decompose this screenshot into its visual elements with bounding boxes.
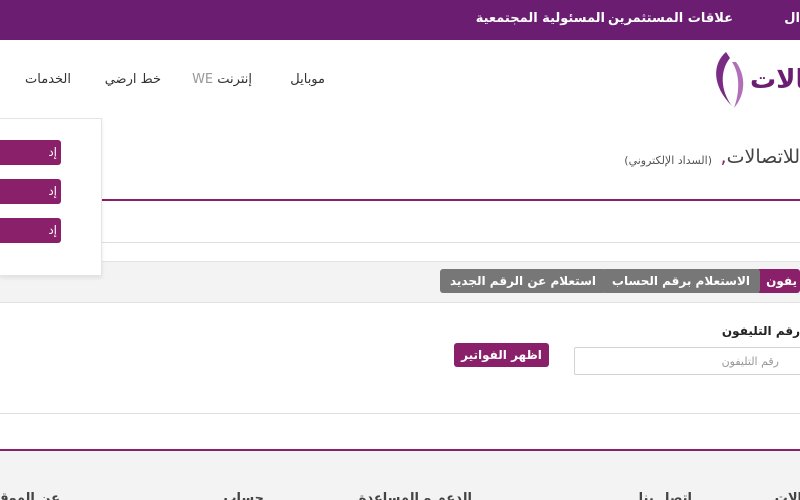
site-footer: الات اتصل بنا الدعم و المساعدة حساب عن ا… bbox=[0, 451, 800, 500]
nav-services[interactable]: الخدمات bbox=[25, 72, 71, 87]
services-dropdown: إد إد إد bbox=[0, 118, 102, 276]
dropdown-button-3[interactable]: إد bbox=[0, 218, 61, 243]
footer-heading-account[interactable]: حساب bbox=[223, 491, 264, 500]
nav-mobile[interactable]: موبايل bbox=[290, 72, 325, 87]
nav-services-label: الخدمات bbox=[25, 72, 71, 87]
nav-landline-label: خط ارضي bbox=[104, 72, 161, 87]
footer-heading-1[interactable]: الات bbox=[775, 491, 800, 500]
dropdown-button-2[interactable]: إد bbox=[0, 179, 61, 204]
tab-account-number[interactable]: الاستعلام برقم الحساب bbox=[601, 269, 760, 293]
footer-heading-support[interactable]: الدعم و المساعدة bbox=[359, 491, 472, 500]
nav-internet-brand: WE bbox=[192, 72, 214, 87]
logo-text: صالات bbox=[750, 65, 800, 95]
page-title-text: للاتصالات bbox=[726, 146, 800, 168]
nav-landline[interactable]: خط ارضي bbox=[105, 72, 161, 87]
page-title: للاتصالات, bbox=[721, 146, 800, 168]
inquiry-tabs: يفون الاستعلام برقم الحساب استعلام عن ال… bbox=[0, 261, 800, 303]
footer-heading-about[interactable]: عن الموقع bbox=[0, 491, 60, 500]
main-header: صالات موبايل إنترنت WE خط ارضي الخدمات bbox=[0, 40, 800, 118]
page-subtitle: (السداد الإلكتروني) bbox=[624, 154, 712, 167]
top-link-csr[interactable]: المسئولية المجتمعية bbox=[476, 11, 605, 26]
tab-new-number[interactable]: استعلام عن الرقم الجديد bbox=[439, 269, 606, 293]
nav-internet-label: إنترنت bbox=[217, 72, 252, 87]
form-divider bbox=[0, 413, 800, 414]
top-link-business[interactable]: ال bbox=[784, 11, 800, 26]
brand-logo[interactable]: صالات bbox=[710, 48, 800, 112]
nav-mobile-label: موبايل bbox=[290, 72, 325, 87]
tab-phone-number[interactable]: يفون bbox=[756, 269, 800, 293]
section-divider bbox=[0, 242, 800, 243]
phone-input[interactable] bbox=[574, 347, 800, 375]
phone-label: رقم التليفون bbox=[721, 324, 800, 338]
title-divider bbox=[0, 199, 800, 201]
footer-heading-contact[interactable]: اتصل بنا bbox=[639, 491, 692, 500]
dropdown-button-1[interactable]: إد bbox=[0, 140, 61, 165]
show-bills-button[interactable]: اظهر الفواتير bbox=[454, 343, 549, 367]
nav-internet[interactable]: إنترنت WE bbox=[189, 72, 252, 87]
top-link-investor-relations[interactable]: علاقات المستثمرين bbox=[608, 11, 733, 26]
top-bar: ال علاقات المستثمرين المسئولية المجتمعية bbox=[0, 0, 800, 40]
